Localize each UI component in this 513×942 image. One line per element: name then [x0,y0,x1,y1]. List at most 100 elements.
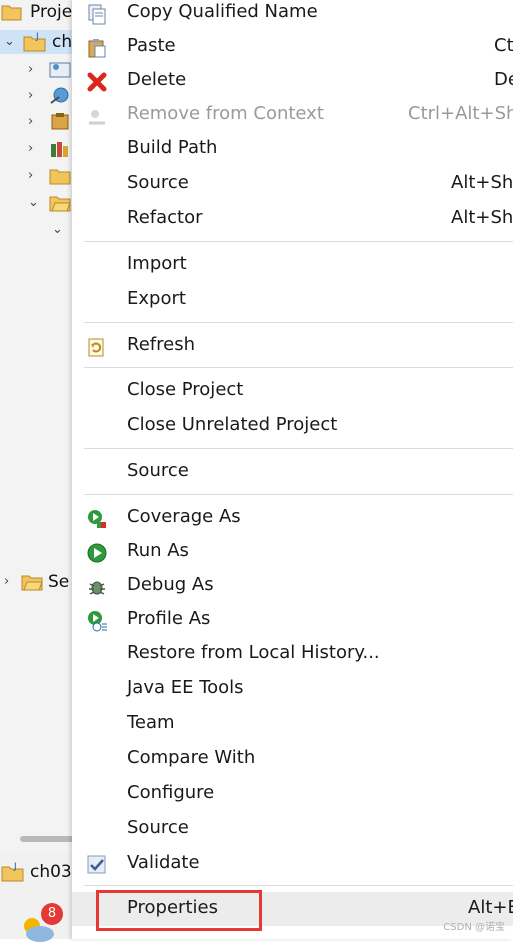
servers-label: Se [48,572,70,592]
menu-item-label: Profile As [127,608,211,629]
watermark: CSDN @诺宝 [443,922,505,933]
menu-item-label: Configure [127,782,215,803]
menu-item-debug-as[interactable]: Debug As [72,569,513,603]
menu-item-team[interactable]: Team [72,707,513,741]
menu-separator [84,322,513,323]
menu-item-restore-local-history[interactable]: Restore from Local History... [72,637,513,671]
menu-item-delete[interactable]: Delete De [72,64,513,98]
menu-item-accelerator: Alt+Shi [451,207,513,228]
project-label: ch [52,32,73,52]
profile-icon [88,611,107,632]
menu-item-remove-from-context: Remove from Context Ctrl+Alt+Shi [72,98,513,132]
chevron-right-icon[interactable]: › [4,575,16,588]
menu-item-label: Import [127,253,187,274]
menu-item-java-ee-tools[interactable]: Java EE Tools [72,672,513,706]
menu-item-import[interactable]: Import [72,248,513,282]
chevron-down-icon[interactable]: ⌄ [52,223,64,236]
menu-item-accelerator: Alt+E [468,897,513,918]
menu-item-accelerator: De [494,69,513,90]
folder-icon [49,169,71,185]
menu-separator [84,241,513,242]
red-x-delete-icon [87,72,107,92]
menu-item-profile-as[interactable]: Profile As [72,603,513,637]
chevron-down-icon[interactable]: ⌄ [4,35,16,48]
menu-item-configure[interactable]: Configure [72,777,513,811]
debug-bug-icon [89,581,105,595]
folder-icon [21,575,43,591]
folder-icon [1,5,22,21]
explorer-title: Proje [30,2,73,22]
menu-item-refresh[interactable]: Refresh [72,329,513,363]
menu-item-source[interactable]: Source Alt+Shi [72,167,513,201]
notification-badge: 8 [41,903,63,925]
tree-item[interactable]: › [28,110,72,134]
menu-item-source-2[interactable]: Source [72,455,513,489]
java-project-icon: J [23,32,46,52]
menu-item-label: Remove from Context [127,103,324,124]
menu-item-label: Copy Qualified Name [127,1,318,22]
bottom-project-label: ch03 [30,862,72,882]
menu-item-label: Java EE Tools [127,677,244,698]
chevron-right-icon[interactable]: › [28,169,40,182]
tree-item-servers[interactable]: › Se [4,570,69,594]
properties-highlight-box [96,890,262,931]
menu-item-label: Team [127,712,175,733]
paste-clipboard-icon [88,39,106,58]
menu-item-label: Paste [127,35,176,56]
menu-item-label: Source [127,460,189,481]
menu-item-label: Export [127,288,186,309]
tree-item[interactable]: › [28,137,72,161]
menu-item-source-3[interactable]: Source [72,812,513,846]
menu-item-label: Coverage As [127,506,241,527]
menu-item-label: Refresh [127,334,195,355]
menu-item-accelerator: Ct [494,35,513,56]
menu-item-run-as[interactable]: Run As [72,535,513,569]
jar-package-icon [51,113,69,130]
tree-item[interactable]: › [28,58,72,82]
menu-item-copy-qualified-name[interactable]: Copy Qualified Name [72,0,513,30]
menu-item-close-project[interactable]: Close Project [72,374,513,408]
menu-item-close-unrelated-project[interactable]: Close Unrelated Project [72,409,513,443]
menu-separator [84,885,513,886]
menu-item-refactor[interactable]: Refactor Alt+Shi [72,202,513,236]
menu-item-label: Compare With [127,747,256,768]
chevron-right-icon[interactable]: › [28,63,40,76]
java-project-icon: J [1,862,24,882]
books-library-icon [51,142,68,157]
tree-item[interactable]: › [28,164,72,188]
svg-text:J: J [35,32,39,42]
menu-separator [84,494,513,495]
run-icon [87,543,107,563]
refresh-icon [88,338,104,357]
explorer-header: Proje [0,0,72,24]
bottom-project-item[interactable]: J ch03 [0,860,72,884]
menu-item-label: Build Path [127,137,218,158]
chevron-right-icon[interactable]: › [28,142,40,155]
chevron-right-icon[interactable]: › [28,89,40,102]
horizontal-scrollbar[interactable] [20,836,75,842]
copy-qualified-name-icon [88,4,106,25]
context-menu: Copy Qualified Name Paste Ct Delete De R… [72,0,513,939]
chevron-down-icon[interactable]: ⌄ [28,196,40,209]
menu-item-export[interactable]: Export [72,283,513,317]
coverage-icon [88,510,106,528]
chevron-right-icon[interactable]: › [28,115,40,128]
menu-item-accelerator: Ctrl+Alt+Shi [408,103,513,124]
tree-item[interactable]: ⌄ [52,218,64,242]
menu-separator [84,367,513,368]
menu-item-paste[interactable]: Paste Ct [72,30,513,64]
library-icon [49,62,71,78]
menu-item-build-path[interactable]: Build Path [72,132,513,166]
menu-item-label: Refactor [127,207,203,228]
menu-item-coverage-as[interactable]: Coverage As [72,501,513,535]
bottom-panel: J ch03 [0,852,80,942]
menu-item-label: Close Unrelated Project [127,414,338,435]
checkbox-checked-icon [87,855,106,874]
menu-item-compare-with[interactable]: Compare With [72,742,513,776]
tree-item[interactable]: ⌄ [28,191,72,215]
tree-item-project[interactable]: ⌄ J ch [0,30,80,54]
tree-item[interactable]: › [28,84,72,108]
menu-item-label: Delete [127,69,187,90]
menu-item-label: Validate [127,852,200,873]
menu-item-validate[interactable]: Validate [72,847,513,881]
